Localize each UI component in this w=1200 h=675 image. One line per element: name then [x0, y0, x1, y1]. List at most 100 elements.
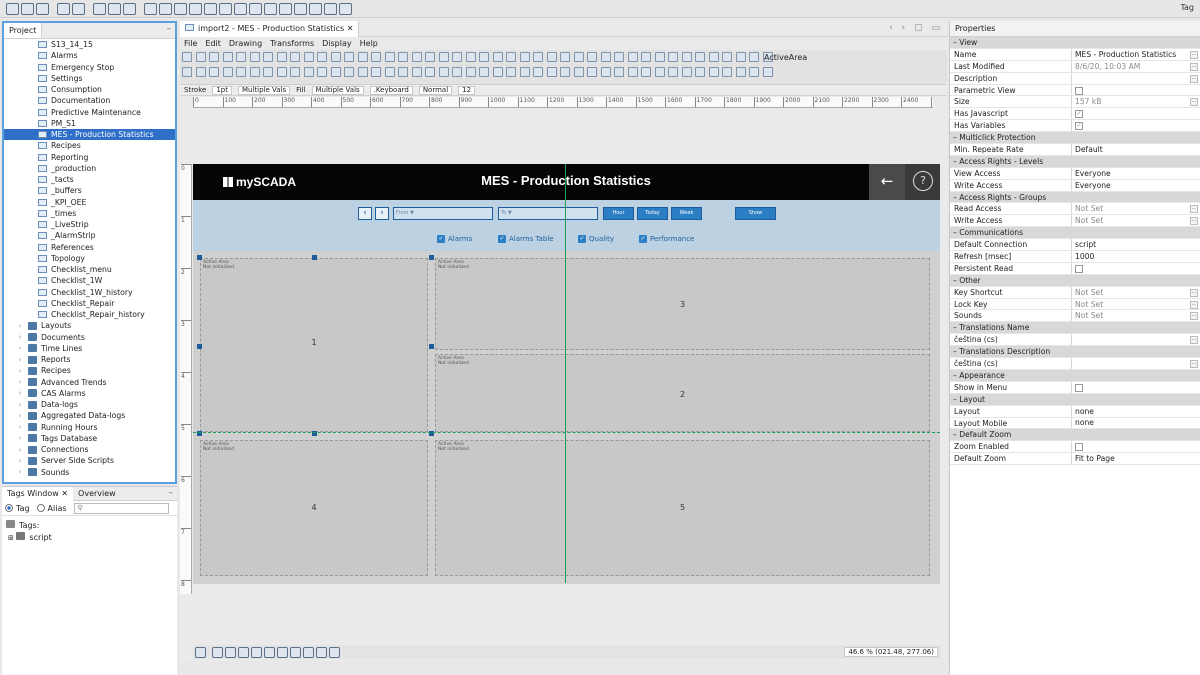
tool-icon[interactable]	[465, 67, 476, 77]
collapse-icon[interactable]: –	[953, 157, 957, 166]
tool-icon[interactable]	[222, 67, 233, 77]
tree-item[interactable]: › Time Lines	[4, 343, 175, 354]
property-value[interactable]: Not Set	[1072, 299, 1200, 310]
tree-item[interactable]: › Advanced Trends	[4, 377, 175, 388]
property-value[interactable]: none	[1072, 406, 1200, 417]
property-row[interactable]: Default Zoom Fit to Page	[950, 453, 1200, 466]
tree-item[interactable]: Checklist_1W_history	[4, 287, 175, 298]
expand-arrow-icon[interactable]: ›	[16, 322, 24, 330]
collapse-icon[interactable]: –	[953, 276, 957, 285]
week-button[interactable]: Week	[671, 207, 702, 220]
tree-item[interactable]: › Data-logs	[4, 399, 175, 410]
expand-arrow-icon[interactable]: ›	[16, 356, 24, 364]
tool-icon[interactable]	[398, 67, 408, 77]
tool-icon[interactable]	[209, 67, 219, 77]
tool-icon[interactable]	[479, 52, 489, 62]
tool-icon[interactable]	[492, 67, 503, 77]
tool-icon[interactable]	[249, 52, 260, 62]
toolbar-icon[interactable]	[6, 2, 19, 15]
expand-arrow-icon[interactable]: ›	[16, 434, 24, 442]
checkbox-icon[interactable]	[1075, 383, 1083, 392]
property-value[interactable]: Not Set	[1072, 215, 1200, 226]
tool-icon[interactable]	[560, 52, 570, 62]
tool-icon[interactable]	[654, 52, 665, 62]
check-performance[interactable]: ✓ Performance	[639, 235, 694, 243]
tree-item[interactable]: Alarms	[4, 50, 175, 61]
property-value[interactable]: Default	[1072, 144, 1200, 155]
collapse-icon[interactable]: –	[953, 323, 957, 332]
tool-icon[interactable]	[533, 67, 543, 77]
tree-item[interactable]: PM_S1	[4, 118, 175, 129]
tool-icon[interactable]	[627, 52, 638, 62]
toolbar-icon[interactable]	[309, 2, 322, 15]
tool-icon[interactable]	[506, 52, 516, 62]
tool-icon[interactable]	[182, 52, 192, 62]
expand-arrow-icon[interactable]: ›	[16, 468, 24, 476]
tool-icon[interactable]	[506, 67, 516, 77]
selection-handle[interactable]	[312, 255, 317, 260]
checkbox-icon[interactable]	[1075, 443, 1083, 452]
tool-icon[interactable]	[668, 67, 678, 77]
tree-item[interactable]: S13_14_15	[4, 39, 175, 50]
minimize-icon[interactable]: –	[169, 488, 174, 498]
tool-icon[interactable]	[371, 67, 381, 77]
tool-icon[interactable]	[411, 52, 422, 62]
close-icon[interactable]: ✕	[347, 24, 354, 33]
view-option-icon[interactable]	[329, 646, 340, 658]
tree-item[interactable]: › Reports	[4, 354, 175, 365]
tree-item[interactable]: Settings	[4, 73, 175, 84]
tab-editor-document[interactable]: import2 - MES - Production Statistics ✕	[180, 20, 360, 37]
property-row[interactable]: Has Javascript ✓	[950, 108, 1200, 121]
property-row[interactable]: Last Modified 8/6/20, 10:03 AM…	[950, 60, 1200, 73]
tool-icon[interactable]	[668, 52, 678, 62]
expand-arrow-icon[interactable]: ›	[16, 412, 24, 420]
collapse-icon[interactable]: –	[953, 133, 957, 142]
today-button[interactable]: Today	[637, 207, 668, 220]
property-row[interactable]: Read Access Not Set…	[950, 203, 1200, 216]
tool-icon[interactable]	[452, 67, 462, 77]
property-row[interactable]: Zoom Enabled	[950, 441, 1200, 454]
tool-icon[interactable]	[290, 67, 300, 77]
tree-item[interactable]: Checklist_Repair_history	[4, 309, 175, 320]
tree-item[interactable]: Topology	[4, 253, 175, 264]
tool-icon[interactable]	[762, 67, 773, 77]
property-value[interactable]: ✓	[1072, 108, 1200, 119]
property-value[interactable]: none	[1072, 418, 1200, 429]
tree-item[interactable]: › Sounds	[4, 467, 175, 478]
hour-button[interactable]: Hour	[603, 207, 634, 220]
expand-arrow-icon[interactable]: ›	[16, 378, 24, 386]
tool-icon[interactable]	[371, 52, 381, 62]
tool-icon[interactable]	[654, 67, 665, 77]
tool-icon[interactable]	[600, 67, 611, 77]
toolbar-icon[interactable]	[123, 2, 136, 15]
check-alarms[interactable]: ✓ Alarms	[437, 235, 472, 243]
property-row[interactable]: Default Connection script	[950, 239, 1200, 252]
tool-icon[interactable]	[749, 67, 759, 77]
close-icon[interactable]: ✕	[61, 489, 68, 498]
menu-item[interactable]: Edit	[205, 39, 221, 48]
expand-arrow-icon[interactable]: ›	[16, 344, 24, 352]
expand-arrow-icon[interactable]: ›	[16, 457, 24, 465]
design-canvas[interactable]: mySCADA MES - Production Statistics ← ? …	[193, 164, 940, 584]
tree-item[interactable]: References	[4, 242, 175, 253]
tree-item[interactable]: _times	[4, 208, 175, 219]
tree-item[interactable]: › Layouts	[4, 320, 175, 331]
tool-icon[interactable]	[479, 67, 489, 77]
view-option-icon[interactable]	[303, 646, 314, 658]
menu-item[interactable]: File	[184, 39, 197, 48]
checkbox-checked-icon[interactable]: ✓	[1075, 110, 1083, 119]
tab-project[interactable]: Project	[4, 23, 43, 38]
edit-value-button[interactable]: …	[1190, 50, 1198, 59]
tree-item[interactable]: Reporting	[4, 152, 175, 163]
selection-handle[interactable]	[429, 255, 434, 260]
tool-icon[interactable]	[236, 67, 246, 77]
property-row[interactable]: Persistent Read	[950, 262, 1200, 275]
font-size-select[interactable]: 12	[458, 85, 476, 95]
active-area-2[interactable]: Active Area Not initialized 2	[435, 354, 930, 432]
property-row[interactable]: Layout Mobile none	[950, 417, 1200, 430]
tool-icon[interactable]	[276, 67, 287, 77]
to-input[interactable]: To ▼	[498, 207, 598, 220]
menu-item[interactable]: Drawing	[229, 39, 262, 48]
view-option-icon[interactable]	[251, 646, 262, 658]
tool-icon[interactable]	[614, 67, 624, 77]
